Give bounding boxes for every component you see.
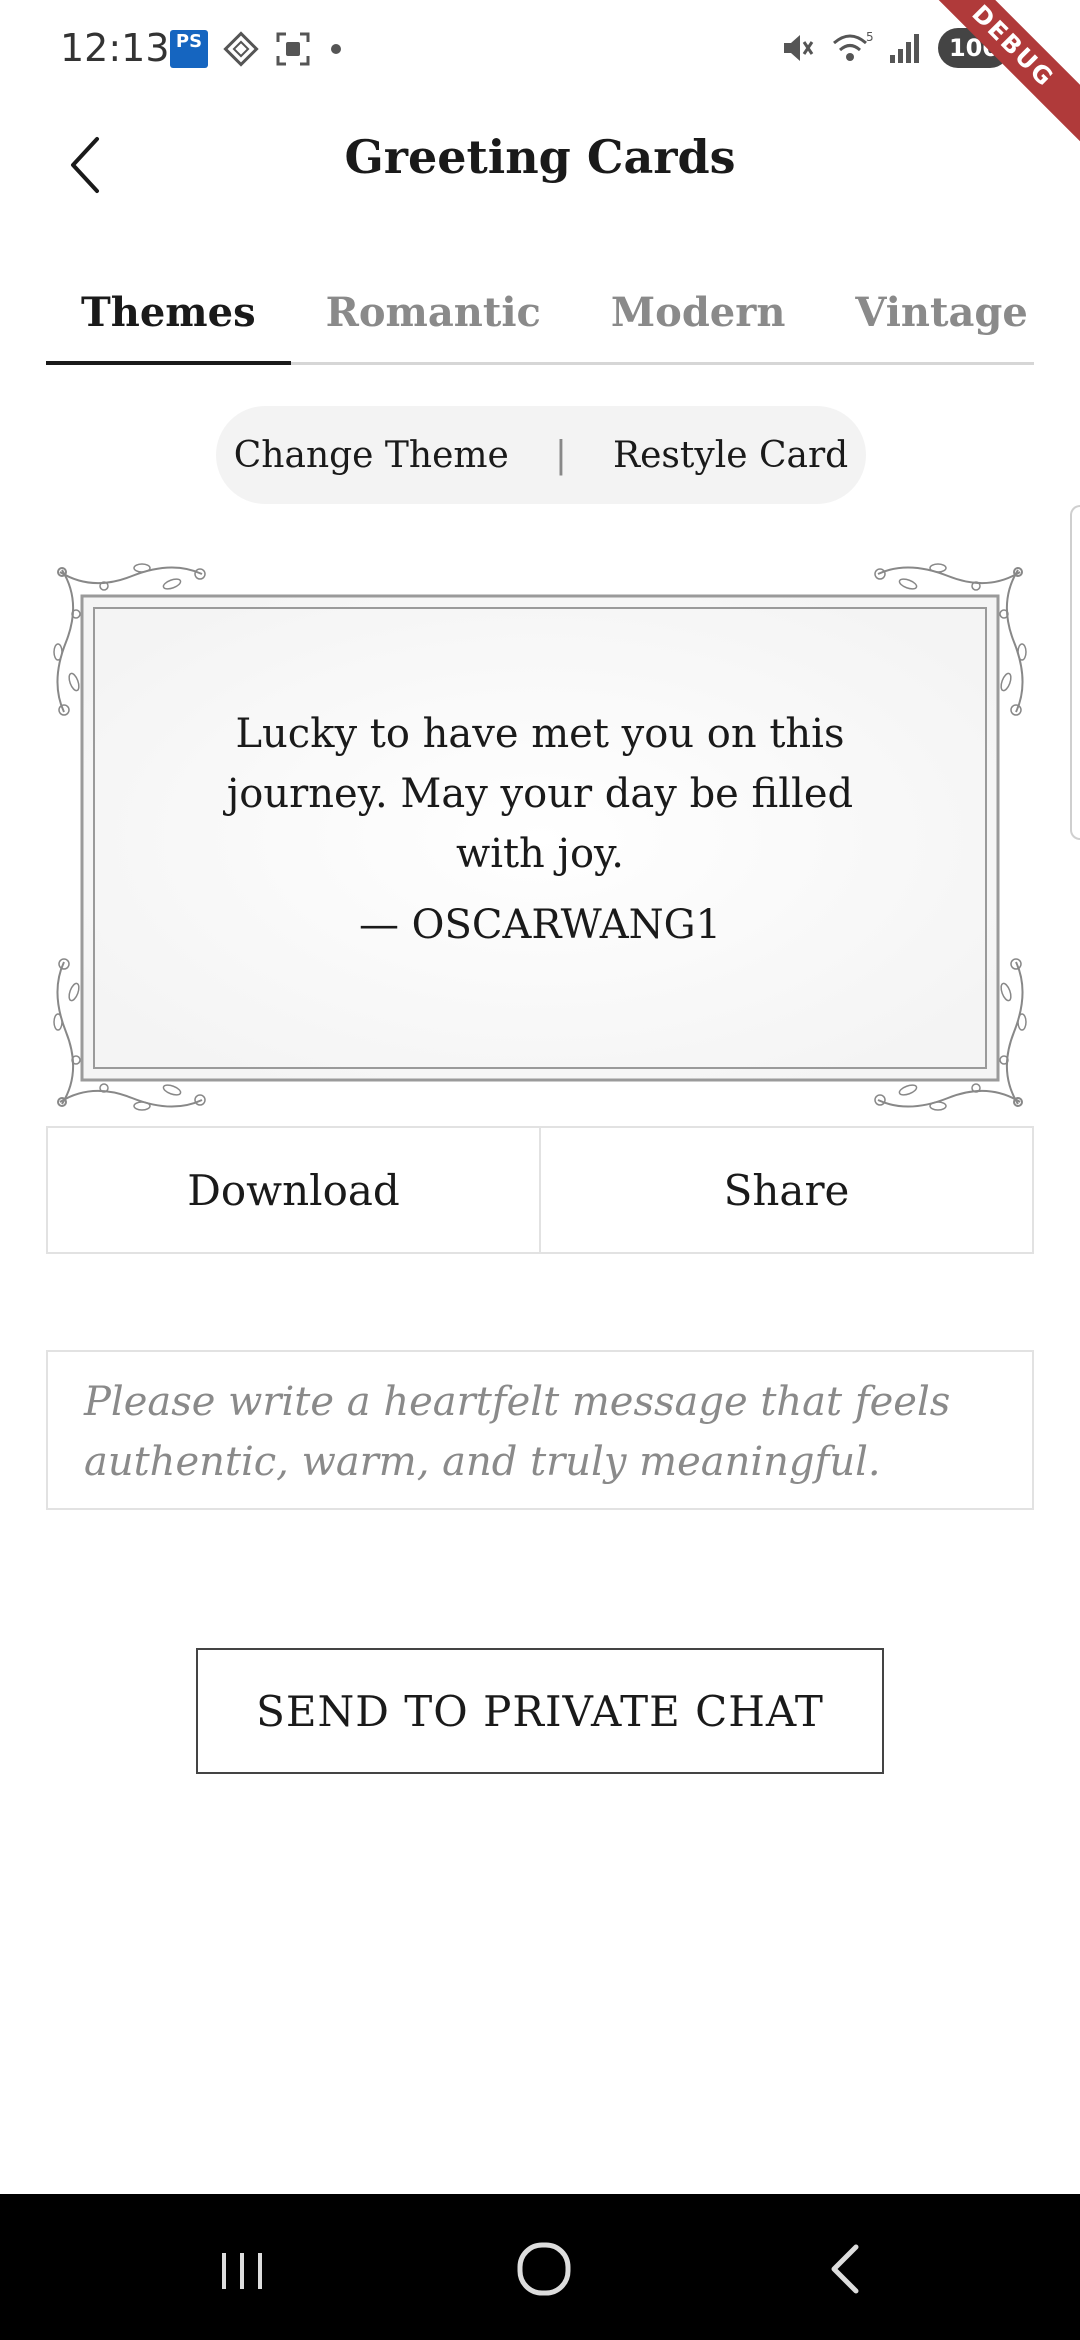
recents-icon [222,2253,262,2289]
send-to-private-chat-button[interactable]: SEND TO PRIVATE CHAT [196,1648,884,1774]
tab-bar: Themes Romantic Modern Vintage [46,262,1034,365]
restyle-card-button[interactable]: Restyle Card [603,435,858,476]
signal-icon [890,34,919,63]
app-bar: Greeting Cards [0,100,1080,230]
tab-themes[interactable]: Themes [46,262,291,365]
navigation-bar [0,2194,1080,2340]
tab-vintage[interactable]: Vintage [820,262,1062,362]
diamond-app-icon [223,31,259,67]
back-icon [831,2244,859,2294]
ps-badge-label: PS [175,31,203,52]
message-input[interactable]: Please write a heartfelt message that fe… [46,1350,1034,1510]
status-time: 12:13 [60,26,170,70]
status-bar: 12:13 PS 5 100 DEBUG [0,0,1080,149]
card-message: Lucky to have met you on this journey. M… [226,711,854,877]
share-button[interactable]: Share [539,1128,1032,1252]
card-content: Lucky to have met you on this journey. M… [146,704,934,948]
tab-romantic[interactable]: Romantic [291,262,576,362]
card-actions: Download Share [46,1126,1034,1254]
system-back-button[interactable] [806,2229,886,2309]
edge-panel-handle[interactable] [1070,505,1080,840]
screenshot-icon [276,32,310,66]
greeting-card: Lucky to have met you on this journey. M… [46,552,1034,1122]
mute-icon [784,35,814,61]
card-style-toolbar: Change Theme | Restyle Card [216,406,866,504]
wifi-icon: 5 [833,30,874,61]
card-signature: — OSCARWANG1 [358,902,722,948]
home-icon [517,2242,571,2296]
toolbar-separator: | [554,434,568,476]
home-button[interactable] [504,2229,584,2309]
dot-icon [331,44,341,54]
download-button[interactable]: Download [48,1128,539,1252]
recents-button[interactable] [202,2229,282,2309]
tab-modern[interactable]: Modern [576,262,821,362]
page-title: Greeting Cards [344,130,736,184]
greeting-cards-screen: 12:13 PS 5 100 DEBUG Greeting Cards Them… [0,0,1080,2340]
ps-express-icon: PS [170,30,208,68]
svg-text:5: 5 [866,30,874,44]
status-left-icons: PS [170,30,346,68]
change-theme-button[interactable]: Change Theme [224,435,519,476]
